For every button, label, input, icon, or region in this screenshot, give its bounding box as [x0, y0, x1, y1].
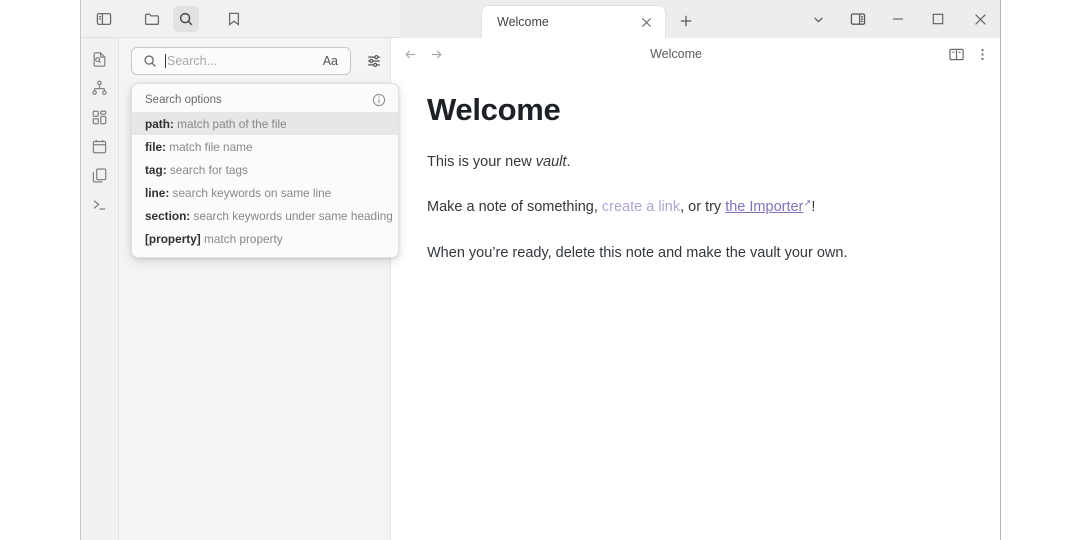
note-title: Welcome — [409, 47, 943, 61]
search-icon[interactable] — [173, 6, 199, 32]
vertical-dots-icon[interactable] — [969, 41, 995, 67]
create-a-link-link[interactable]: create a link — [602, 199, 680, 215]
graph-view-icon[interactable] — [87, 75, 113, 101]
copy-files-icon[interactable] — [87, 162, 113, 188]
search-option-desc: search keywords on same line — [173, 186, 332, 200]
search-options-popup: Search options path: match path of the f… — [131, 83, 399, 258]
search-placeholder: Search... — [166, 54, 320, 68]
calendar-icon[interactable] — [87, 133, 113, 159]
search-option-path[interactable]: path: match path of the file — [132, 112, 398, 135]
note-paragraph-1: This is your new vault. — [427, 151, 963, 173]
note-content-pane: Welcome Welcome This is yo — [390, 38, 1001, 540]
tab-welcome[interactable]: Welcome — [481, 5, 666, 38]
search-option-key: [property] — [145, 232, 201, 246]
note-heading: Welcome — [427, 92, 963, 128]
note-body[interactable]: Welcome This is your new vault. Make a n… — [391, 78, 1001, 264]
search-option-file[interactable]: file: match file name — [132, 135, 398, 158]
titlebar: Welcome — [81, 0, 1001, 38]
search-options-header: Search options — [132, 88, 398, 112]
terminal-icon[interactable] — [87, 191, 113, 217]
note-paragraph-2: Make a note of something, create a link,… — [427, 196, 963, 218]
search-option-key: path: — [145, 117, 174, 131]
top-ribbon-toolbar — [81, 0, 399, 38]
info-icon[interactable] — [371, 92, 387, 108]
new-tab-button[interactable] — [674, 9, 698, 33]
search-option-line[interactable]: line: search keywords on same line — [132, 181, 398, 204]
tab-strip: Welcome — [399, 0, 1001, 38]
match-case-button[interactable]: Aa — [320, 53, 341, 69]
window-controls — [798, 0, 1001, 38]
close-button[interactable] — [958, 0, 1001, 38]
left-ribbon — [81, 38, 119, 540]
search-option-section[interactable]: section: search keywords under same head… — [132, 204, 398, 227]
search-option-key: file: — [145, 140, 166, 154]
search-option-desc: match path of the file — [177, 117, 287, 131]
note-header-bar: Welcome — [391, 38, 1001, 70]
close-icon[interactable] — [635, 11, 657, 33]
search-option-key: section: — [145, 209, 190, 223]
obsidian-app-window: Welcome — [80, 0, 1001, 540]
minimize-button[interactable] — [878, 0, 918, 38]
tab-label: Welcome — [482, 15, 635, 29]
paragraph1-post: . — [566, 154, 570, 170]
search-option-desc: match file name — [169, 140, 252, 154]
search-option-desc: search for tags — [170, 163, 248, 177]
paragraph1-emphasis: vault — [536, 154, 567, 170]
paragraph2-pre: Make a note of something, — [427, 199, 602, 215]
search-icon — [139, 54, 161, 68]
sliders-icon[interactable] — [361, 48, 387, 74]
search-option-desc: search keywords under same heading — [194, 209, 393, 223]
paragraph2-mid: , or try — [680, 199, 725, 215]
note-paragraph-3: When you’re ready, delete this note and … — [427, 242, 963, 264]
search-option-key: tag: — [145, 163, 167, 177]
paragraph1-pre: This is your new — [427, 154, 536, 170]
search-option-property[interactable]: [property] match property — [132, 227, 398, 250]
canvas-grid-icon[interactable] — [87, 104, 113, 130]
search-options-title: Search options — [145, 94, 371, 106]
paragraph2-post: ! — [811, 199, 815, 215]
right-sidebar-toggle-icon[interactable] — [838, 0, 878, 38]
chevron-down-icon[interactable] — [798, 0, 838, 38]
search-option-tag[interactable]: tag: search for tags — [132, 158, 398, 181]
importer-external-link[interactable]: the Importer — [725, 199, 803, 215]
file-search-icon[interactable] — [87, 46, 113, 72]
search-option-desc: match property — [204, 232, 283, 246]
toggle-left-sidebar-icon[interactable] — [91, 6, 117, 32]
search-option-key: line: — [145, 186, 169, 200]
book-icon[interactable] — [943, 41, 969, 67]
maximize-button[interactable] — [918, 0, 958, 38]
search-input[interactable]: Search... Aa — [131, 47, 351, 75]
folder-icon[interactable] — [139, 6, 165, 32]
search-row: Search... Aa — [131, 46, 421, 76]
bookmark-icon[interactable] — [221, 6, 247, 32]
